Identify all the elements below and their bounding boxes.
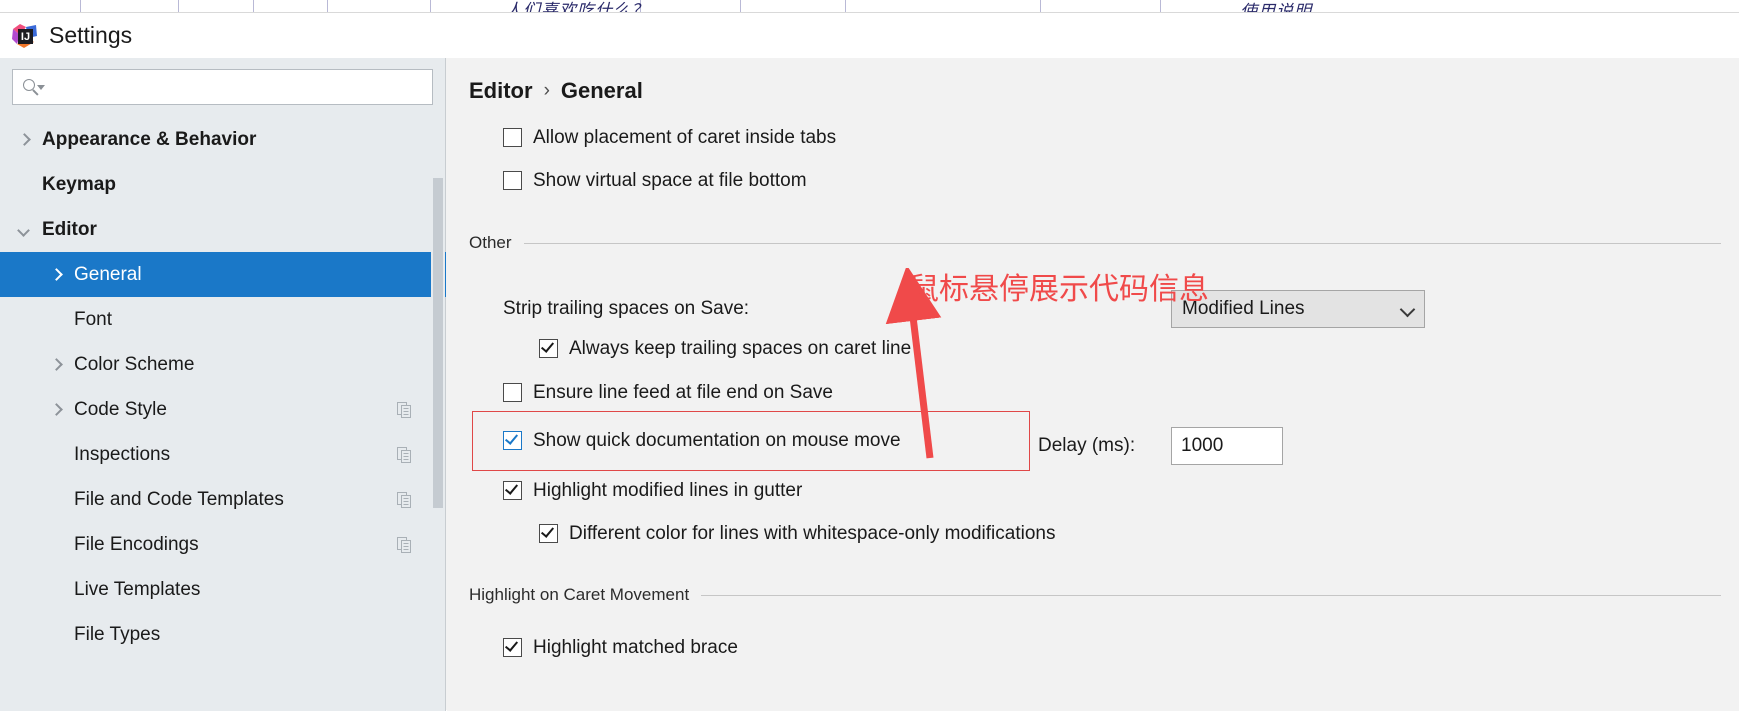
sidebar-item-label: General: [74, 264, 142, 285]
dropdown-value: Modified Lines: [1182, 298, 1305, 319]
search-icon: [23, 78, 45, 96]
search-wrapper: [0, 58, 445, 105]
sidebar-scrollbar-track[interactable]: [431, 117, 445, 711]
tree-spacer-icon: [50, 313, 64, 327]
sidebar-scrollbar-thumb[interactable]: [433, 178, 443, 508]
checkbox-label: Highlight modified lines in gutter: [533, 480, 803, 501]
checkbox-label: Different color for lines with whitespac…: [569, 523, 1056, 544]
dropdown-strip-trailing-spaces[interactable]: Modified Lines: [1171, 290, 1425, 328]
checkbox-row-different-color-whitespace[interactable]: Different color for lines with whitespac…: [539, 524, 1055, 543]
tree-spacer-icon: [50, 448, 64, 462]
checkbox-label: Show virtual space at file bottom: [533, 170, 807, 191]
svg-text:IJ: IJ: [21, 31, 30, 43]
checkbox-label: Highlight matched brace: [533, 636, 738, 658]
sidebar-item-live-templates[interactable]: Live Templates: [0, 567, 446, 612]
checkbox-row-allow-caret-inside-tabs[interactable]: Allow placement of caret inside tabs: [503, 128, 836, 147]
sidebar-item-label: Editor: [42, 219, 97, 240]
sidebar-item-label: File Encodings: [74, 534, 199, 555]
dialog-titlebar: IJ Settings: [0, 13, 1739, 58]
sidebar-item-label: Code Style: [74, 399, 167, 420]
breadcrumb-root[interactable]: Editor: [469, 78, 533, 104]
tree-spacer-icon: [50, 538, 64, 552]
sidebar-item-code-style[interactable]: Code Style: [0, 387, 446, 432]
checkbox-show-virtual-space[interactable]: [503, 171, 522, 190]
tree-spacer-icon: [50, 493, 64, 507]
sidebar-item-appearance-behavior[interactable]: Appearance & Behavior: [0, 117, 446, 162]
project-scope-icon: [397, 401, 412, 418]
project-scope-icon: [397, 491, 412, 508]
sidebar-item-label: Color Scheme: [74, 354, 195, 375]
sidebar-item-general[interactable]: General: [0, 252, 446, 297]
sidebar-item-file-types[interactable]: File Types: [0, 612, 446, 657]
chevron-down-icon: [1401, 303, 1414, 316]
sidebar-item-label: Appearance & Behavior: [42, 129, 257, 150]
section-divider: [701, 594, 1721, 596]
sidebar-item-font[interactable]: Font: [0, 297, 446, 342]
sidebar-item-label: Live Templates: [74, 579, 201, 600]
checkbox-always-keep-trailing-spaces[interactable]: [539, 339, 558, 358]
checkbox-row-highlight-matched-brace[interactable]: Highlight matched brace: [503, 636, 738, 658]
checkbox-row-always-keep-trailing-spaces[interactable]: Always keep trailing spaces on caret lin…: [539, 339, 911, 358]
checkbox-label: Ensure line feed at file end on Save: [533, 382, 833, 403]
chevron-right-icon[interactable]: [50, 268, 64, 282]
sidebar-item-label: File and Code Templates: [74, 489, 284, 510]
breadcrumb-separator-icon: ›: [543, 80, 550, 101]
settings-sidebar: Appearance & Behavior Keymap Editor General…: [0, 58, 446, 711]
checkbox-row-highlight-modified-lines[interactable]: Highlight modified lines in gutter: [503, 481, 802, 500]
label-strip-trailing-spaces: Strip trailing spaces on Save:: [503, 298, 750, 319]
project-scope-icon: [397, 536, 412, 553]
tree-spacer-icon: [18, 178, 32, 192]
tree-spacer-icon: [50, 583, 64, 597]
tree-spacer-icon: [50, 628, 64, 642]
search-box[interactable]: [12, 69, 433, 105]
sidebar-item-file-and-code-templates[interactable]: File and Code Templates: [0, 477, 446, 522]
checkbox-row-ensure-line-feed[interactable]: Ensure line feed at file end on Save: [503, 383, 833, 402]
checkbox-allow-caret-inside-tabs[interactable]: [503, 128, 522, 147]
sidebar-item-inspections[interactable]: Inspections: [0, 432, 446, 477]
settings-dialog: IJ Settings Appearance & Behavior Keymap E…: [0, 12, 1739, 711]
sidebar-item-keymap[interactable]: Keymap: [0, 162, 446, 207]
section-divider: [523, 242, 1721, 244]
checkbox-highlight-matched-brace[interactable]: [503, 637, 522, 657]
chevron-right-icon[interactable]: [50, 403, 64, 417]
sidebar-item-label: Keymap: [42, 174, 116, 195]
checkbox-label: Allow placement of caret inside tabs: [533, 127, 837, 148]
breadcrumb: Editor › General: [469, 78, 643, 104]
checkbox-row-show-quick-documentation[interactable]: Show quick documentation on mouse move: [503, 431, 901, 450]
sidebar-item-color-scheme[interactable]: Color Scheme: [0, 342, 446, 387]
section-title: Highlight on Caret Movement: [469, 585, 690, 604]
chevron-down-icon[interactable]: [18, 223, 32, 237]
checkbox-label: Always keep trailing spaces on caret lin…: [569, 338, 912, 359]
section-header-other: Other: [469, 233, 1721, 253]
sidebar-item-editor[interactable]: Editor: [0, 207, 446, 252]
search-input[interactable]: [46, 77, 432, 97]
settings-tree: Appearance & Behavior Keymap Editor General…: [0, 117, 446, 711]
sidebar-item-label: Font: [74, 309, 113, 330]
chevron-right-icon[interactable]: [18, 133, 32, 147]
intellij-idea-logo-icon: IJ: [12, 23, 38, 49]
section-header-caret-movement: Highlight on Caret Movement: [469, 585, 1721, 605]
sidebar-item-file-encodings[interactable]: File Encodings: [0, 522, 446, 567]
checkbox-highlight-modified-lines[interactable]: [503, 481, 522, 500]
checkbox-different-color-whitespace[interactable]: [539, 524, 558, 543]
sidebar-item-label: Inspections: [74, 444, 171, 465]
checkbox-show-quick-documentation[interactable]: [503, 431, 522, 450]
checkbox-label: Show quick documentation on mouse move: [533, 430, 901, 451]
settings-content-panel: Editor › General Allow placement of care…: [447, 58, 1739, 711]
project-scope-icon: [397, 446, 412, 463]
sidebar-item-label: File Types: [74, 624, 161, 645]
label-delay-ms: Delay (ms):: [1038, 435, 1136, 456]
dialog-title: Settings: [49, 22, 133, 48]
chevron-right-icon[interactable]: [50, 358, 64, 372]
annotation-text: 鼠标悬停展示代码信息: [909, 273, 1209, 306]
delay-input[interactable]: [1171, 427, 1283, 465]
checkbox-row-show-virtual-space[interactable]: Show virtual space at file bottom: [503, 171, 807, 190]
section-title: Other: [469, 233, 512, 252]
breadcrumb-current: General: [560, 78, 643, 103]
checkbox-ensure-line-feed[interactable]: [503, 383, 522, 402]
